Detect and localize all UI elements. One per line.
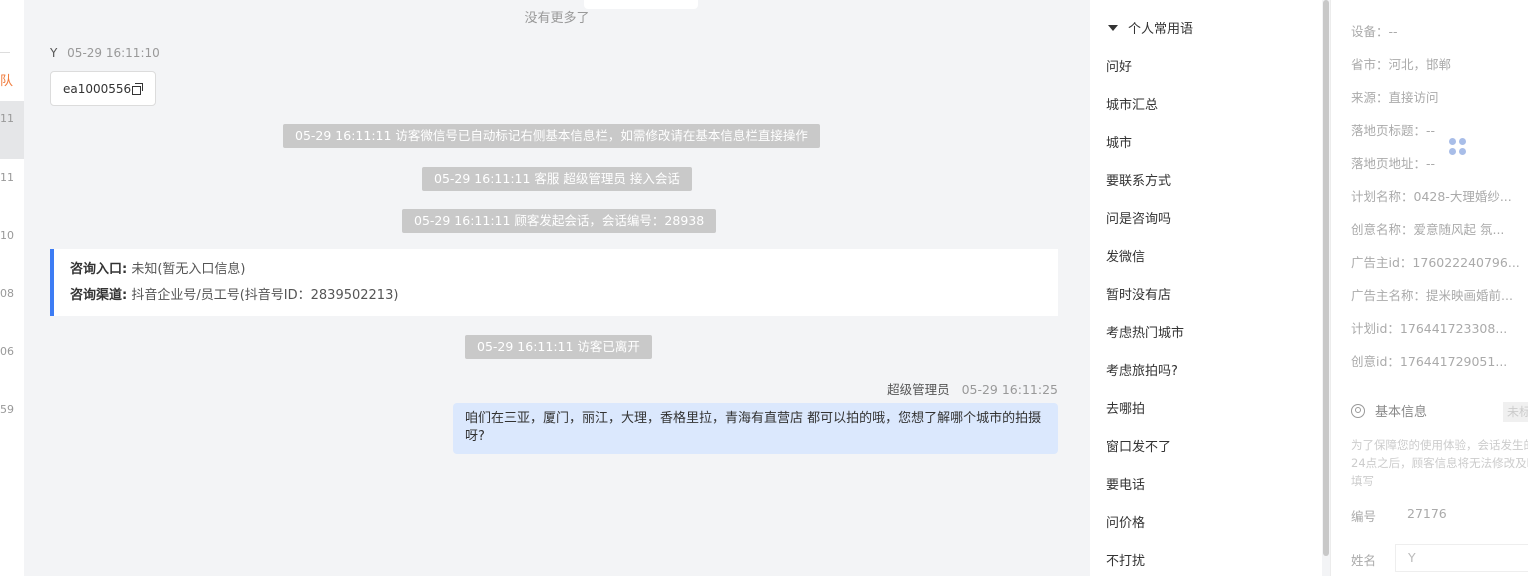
no-more-label: 没有更多了	[524, 11, 590, 26]
info-creative-name: 创意名称：爱意随风起 氛...	[1351, 222, 1505, 237]
session-time: 11	[0, 171, 14, 184]
info-plan-id: 计划id：176441723308...	[1351, 321, 1508, 336]
chat-panel: 没有更多了 Y 05-29 16:11:10 ea1000556 05-29 1…	[24, 0, 1090, 576]
name-label: 姓名	[1351, 553, 1377, 568]
session-time: 59	[0, 403, 14, 416]
consult-entry-value: 未知(暂无入口信息)	[131, 262, 246, 277]
phrase-item[interactable]: 考虑旅拍吗?	[1106, 360, 1178, 379]
visitor-id: ea1000556	[63, 81, 132, 96]
system-message: 05-29 16:11:11 顾客发起会话，会话编号：28938	[402, 209, 717, 233]
agent-name: 超级管理员	[887, 382, 950, 397]
id-value: 27176	[1407, 506, 1447, 521]
agent-message-meta: 超级管理员 05-29 16:11:25	[887, 379, 1058, 398]
agent-message-bubble: 咱们在三亚，厦门，丽江，大理，香格里拉，青海有直营店 都可以拍的哦，您想了解哪个…	[453, 403, 1058, 454]
consult-channel-row: 咨询渠道: 抖音企业号/员工号(抖音号ID：2839502213)	[70, 285, 1042, 311]
session-list-strip: 队 11 11 10 08 06 59	[0, 0, 25, 576]
phrase-item[interactable]: 去哪拍	[1106, 398, 1145, 417]
copy-icon[interactable]	[132, 83, 144, 95]
agent-time: 05-29 16:11:25	[961, 382, 1058, 397]
system-message: 05-29 16:11:11 客服 超级管理员 接入会话	[422, 167, 692, 191]
system-message-left: 05-29 16:11:11 访客已离开	[465, 335, 652, 359]
common-phrases-panel: 个人常用语 问好 城市汇总 城市 要联系方式 问是咨询吗 发微信 暂时没有店 考…	[1090, 0, 1322, 576]
session-time: 10	[0, 229, 14, 242]
consult-entry-row: 咨询入口: 未知(暂无入口信息)	[70, 259, 1042, 285]
phrase-item[interactable]: 不打扰	[1106, 550, 1145, 569]
info-landing-title: 落地页标题：--	[1351, 123, 1436, 138]
visitor-message-meta: Y 05-29 16:11:10	[50, 46, 160, 60]
consult-info-card: 咨询入口: 未知(暂无入口信息) 咨询渠道: 抖音企业号/员工号(抖音号ID：2…	[50, 249, 1058, 316]
consult-channel-value: 抖音企业号/员工号(抖音号ID：2839502213)	[131, 288, 399, 303]
info-advertiser-name: 广告主名称：提米映画婚前...	[1351, 288, 1513, 303]
phrases-group-title: 个人常用语	[1128, 22, 1194, 37]
phrases-scrollbar[interactable]	[1323, 0, 1329, 556]
phrase-item[interactable]: 要联系方式	[1106, 170, 1171, 189]
phrase-item[interactable]: 要电话	[1106, 474, 1145, 493]
session-time: 06	[0, 345, 14, 358]
phrase-item[interactable]: 问是咨询吗	[1106, 208, 1171, 227]
name-field[interactable]: Y	[1395, 544, 1528, 572]
phrases-group-header[interactable]: 个人常用语	[1108, 18, 1193, 37]
phrase-item[interactable]: 窗口发不了	[1106, 436, 1171, 455]
basic-info-header: 基本信息	[1351, 401, 1427, 420]
id-label: 编号	[1351, 509, 1377, 524]
visitor-info-panel: 设备：-- 省市：河北，邯郸 来源：直接访问 落地页标题：-- 落地页地址：--…	[1330, 0, 1528, 576]
session-time: 08	[0, 287, 14, 300]
info-plan-name: 计划名称：0428-大理婚纱...	[1351, 189, 1512, 204]
user-circle-icon	[1351, 403, 1365, 418]
basic-info-note: 为了保障您的使用体验，会话发生的24点之后，顾客信息将无法修改及时填写	[1351, 438, 1528, 488]
queue-tab[interactable]: 队	[0, 70, 13, 89]
info-source: 来源：直接访问	[1351, 90, 1439, 105]
visitor-name: Y	[50, 46, 58, 60]
phrase-item[interactable]: 城市汇总	[1106, 94, 1158, 113]
phrase-item[interactable]: 发微信	[1106, 246, 1145, 265]
phrase-item[interactable]: 考虑热门城市	[1106, 322, 1184, 341]
divider	[0, 52, 10, 53]
consult-channel-label: 咨询渠道:	[70, 288, 128, 303]
mark-badge[interactable]: 未标	[1503, 402, 1528, 422]
visitor-id-bubble[interactable]: ea1000556	[50, 71, 157, 106]
system-message: 05-29 16:11:11 访客微信号已自动标记右侧基本信息栏，如需修改请在基…	[283, 124, 820, 148]
info-region: 省市：河北，邯郸	[1351, 57, 1452, 72]
loading-spinner-icon	[1449, 138, 1469, 158]
info-advertiser-id: 广告主id：176022240796...	[1351, 255, 1520, 270]
session-time: 11	[0, 112, 14, 125]
info-landing-url: 落地页地址：--	[1351, 156, 1436, 171]
consult-entry-label: 咨询入口:	[70, 262, 128, 277]
info-device: 设备：--	[1351, 24, 1398, 39]
phrase-item[interactable]: 城市	[1106, 132, 1132, 151]
caret-down-icon	[1108, 24, 1118, 31]
basic-info-title: 基本信息	[1375, 405, 1428, 420]
phrase-item[interactable]: 问好	[1106, 56, 1132, 75]
phrase-item[interactable]: 暂时没有店	[1106, 284, 1171, 303]
info-creative-id: 创意id：176441729051...	[1351, 354, 1508, 369]
session-item[interactable]: 11	[0, 101, 24, 159]
phrase-item[interactable]: 问价格	[1106, 512, 1145, 531]
visitor-time: 05-29 16:11:10	[67, 46, 160, 60]
